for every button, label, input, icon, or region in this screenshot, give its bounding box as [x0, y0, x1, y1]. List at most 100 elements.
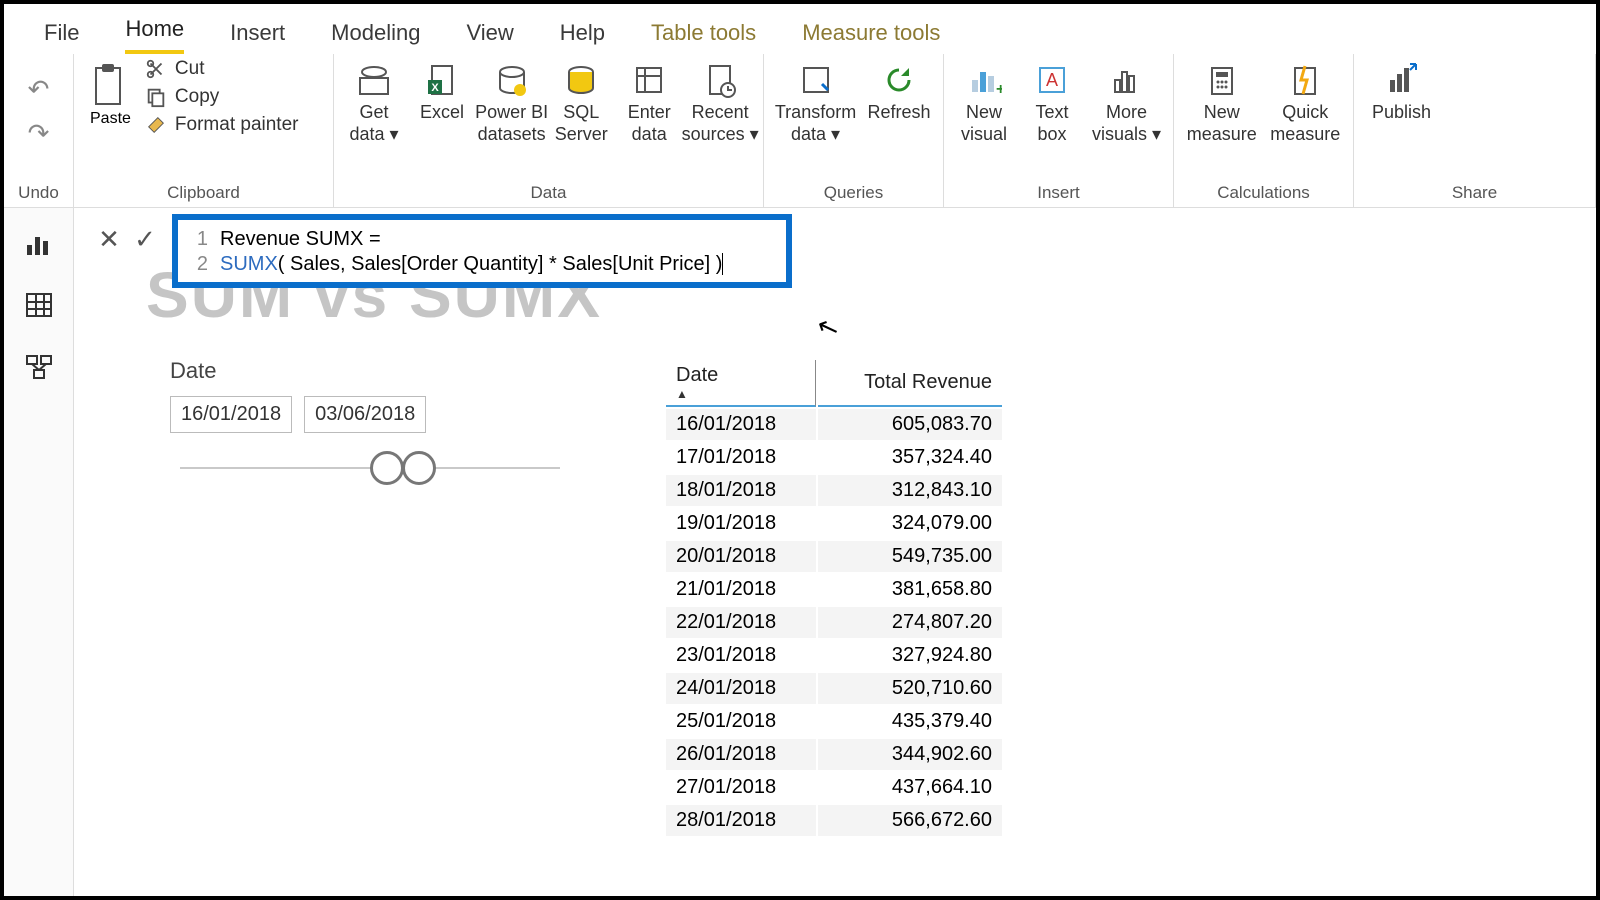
- cell-date: 22/01/2018: [666, 607, 816, 638]
- menu-tabs: File Home Insert Modeling View Help Tabl…: [4, 4, 1596, 54]
- publish-button[interactable]: Publish: [1364, 58, 1439, 128]
- tab-insert[interactable]: Insert: [230, 20, 285, 54]
- ribbon-group-undo: ↶ ↷ Undo: [4, 54, 74, 207]
- col-header-revenue[interactable]: Total Revenue: [818, 360, 1002, 407]
- formula-keyword: SUMX: [220, 253, 278, 275]
- cell-revenue: 520,710.60: [818, 673, 1002, 704]
- table-row[interactable]: 27/01/2018437,664.10: [666, 772, 1002, 803]
- ribbon-group-calculations: New measure Quick measure Calculations: [1174, 54, 1354, 207]
- refresh-button[interactable]: Refresh: [865, 58, 933, 128]
- table-row[interactable]: 19/01/2018324,079.00: [666, 508, 1002, 539]
- cell-date: 18/01/2018: [666, 475, 816, 506]
- table-row[interactable]: 24/01/2018520,710.60: [666, 673, 1002, 704]
- cell-revenue: 344,902.60: [818, 739, 1002, 770]
- copy-button[interactable]: Copy: [145, 86, 299, 108]
- ribbon-group-queries: Transform data ▾ Refresh Queries: [764, 54, 944, 207]
- sql-server-button[interactable]: SQL Server: [551, 58, 611, 149]
- slicer-slider[interactable]: [180, 451, 560, 485]
- col-header-date[interactable]: Date▲: [666, 360, 816, 407]
- cell-revenue: 357,324.40: [818, 442, 1002, 473]
- slider-handle-right[interactable]: [402, 451, 436, 485]
- cell-date: 16/01/2018: [666, 409, 816, 440]
- slicer-date-to[interactable]: 03/06/2018: [304, 396, 426, 433]
- cell-revenue: 312,843.10: [818, 475, 1002, 506]
- undo-icon[interactable]: ↶: [24, 74, 54, 104]
- format-painter-button[interactable]: Format painter: [145, 114, 299, 136]
- formula-cancel-icon[interactable]: ✕: [94, 224, 124, 254]
- cell-date: 23/01/2018: [666, 640, 816, 671]
- view-rail: [4, 208, 74, 896]
- date-slicer[interactable]: Date 16/01/2018 03/06/2018: [170, 358, 630, 485]
- ribbon-group-insert: +New visual AText box More visuals ▾ Ins…: [944, 54, 1174, 207]
- enter-data-button[interactable]: Enter data: [619, 58, 679, 149]
- cell-revenue: 566,672.60: [818, 805, 1002, 836]
- table-row[interactable]: 28/01/2018566,672.60: [666, 805, 1002, 836]
- tab-measure-tools[interactable]: Measure tools: [802, 20, 940, 54]
- model-view-icon[interactable]: [20, 350, 58, 384]
- data-view-icon[interactable]: [20, 288, 58, 322]
- table-row[interactable]: 23/01/2018327,924.80: [666, 640, 1002, 671]
- formula-bar: ✕ ✓ 1Revenue SUMX = 2SUMX( Sales, Sales[…: [94, 214, 792, 288]
- slicer-title: Date: [170, 358, 630, 384]
- undo-group-label: Undo: [18, 183, 59, 207]
- report-canvas[interactable]: SUM vs SUMX ✕ ✓ 1Revenue SUMX = 2SUMX( S…: [74, 208, 1596, 896]
- tab-help[interactable]: Help: [560, 20, 605, 54]
- calc-group-label: Calculations: [1184, 183, 1343, 207]
- formula-line-2-rest: ( Sales, Sales[Order Quantity] * Sales[U…: [278, 253, 723, 275]
- report-view-icon[interactable]: [20, 226, 58, 260]
- new-measure-button[interactable]: New measure: [1184, 58, 1260, 149]
- tab-home[interactable]: Home: [125, 16, 184, 54]
- ribbon-group-data: Get data ▾ XExcel Power BI datasets SQL …: [334, 54, 764, 207]
- formula-editor[interactable]: 1Revenue SUMX = 2SUMX( Sales, Sales[Orde…: [172, 214, 792, 288]
- cell-date: 26/01/2018: [666, 739, 816, 770]
- paste-button[interactable]: Paste: [84, 58, 137, 132]
- new-visual-button[interactable]: +New visual: [954, 58, 1014, 149]
- cell-revenue: 605,083.70: [818, 409, 1002, 440]
- table-row[interactable]: 16/01/2018605,083.70: [666, 409, 1002, 440]
- cell-revenue: 435,379.40: [818, 706, 1002, 737]
- redo-icon[interactable]: ↷: [24, 118, 54, 148]
- formula-line-1: Revenue SUMX =: [220, 228, 381, 250]
- table-row[interactable]: 17/01/2018357,324.40: [666, 442, 1002, 473]
- table-row[interactable]: 18/01/2018312,843.10: [666, 475, 1002, 506]
- formula-commit-icon[interactable]: ✓: [130, 224, 160, 254]
- tab-modeling[interactable]: Modeling: [331, 20, 420, 54]
- tab-file[interactable]: File: [44, 20, 79, 54]
- table-row[interactable]: 20/01/2018549,735.00: [666, 541, 1002, 572]
- cell-date: 17/01/2018: [666, 442, 816, 473]
- transform-data-button[interactable]: Transform data ▾: [774, 58, 857, 149]
- data-group-label: Data: [344, 183, 753, 207]
- table-row[interactable]: 25/01/2018435,379.40: [666, 706, 1002, 737]
- cut-button[interactable]: Cut: [145, 58, 299, 80]
- recent-sources-button[interactable]: Recent sources ▾: [687, 58, 753, 149]
- cell-revenue: 324,079.00: [818, 508, 1002, 539]
- pbi-datasets-button[interactable]: Power BI datasets: [480, 58, 543, 149]
- get-data-button[interactable]: Get data ▾: [344, 58, 404, 149]
- cell-date: 24/01/2018: [666, 673, 816, 704]
- tab-table-tools[interactable]: Table tools: [651, 20, 756, 54]
- cell-date: 20/01/2018: [666, 541, 816, 572]
- svg-text:X: X: [431, 82, 439, 94]
- more-visuals-button[interactable]: More visuals ▾: [1090, 58, 1163, 149]
- cell-revenue: 274,807.20: [818, 607, 1002, 638]
- tab-view[interactable]: View: [466, 20, 513, 54]
- cell-date: 28/01/2018: [666, 805, 816, 836]
- slicer-date-from[interactable]: 16/01/2018: [170, 396, 292, 433]
- svg-text:+: +: [996, 81, 1002, 98]
- revenue-table[interactable]: Date▲ Total Revenue 16/01/2018605,083.70…: [664, 358, 1004, 838]
- text-box-button[interactable]: AText box: [1022, 58, 1082, 149]
- ribbon-group-clipboard: Paste Cut Copy Format painter: [74, 54, 334, 207]
- table-row[interactable]: 22/01/2018274,807.20: [666, 607, 1002, 638]
- ribbon: ↶ ↷ Undo Paste Cut Copy: [4, 54, 1596, 208]
- cell-revenue: 381,658.80: [818, 574, 1002, 605]
- table-row[interactable]: 21/01/2018381,658.80: [666, 574, 1002, 605]
- excel-button[interactable]: XExcel: [412, 58, 472, 128]
- table-row[interactable]: 26/01/2018344,902.60: [666, 739, 1002, 770]
- cell-date: 19/01/2018: [666, 508, 816, 539]
- quick-measure-button[interactable]: Quick measure: [1268, 58, 1344, 149]
- clipboard-group-label: Clipboard: [84, 183, 323, 207]
- slider-handle-left[interactable]: [370, 451, 404, 485]
- cell-date: 25/01/2018: [666, 706, 816, 737]
- mouse-cursor-icon: ↖: [812, 309, 843, 346]
- cell-date: 27/01/2018: [666, 772, 816, 803]
